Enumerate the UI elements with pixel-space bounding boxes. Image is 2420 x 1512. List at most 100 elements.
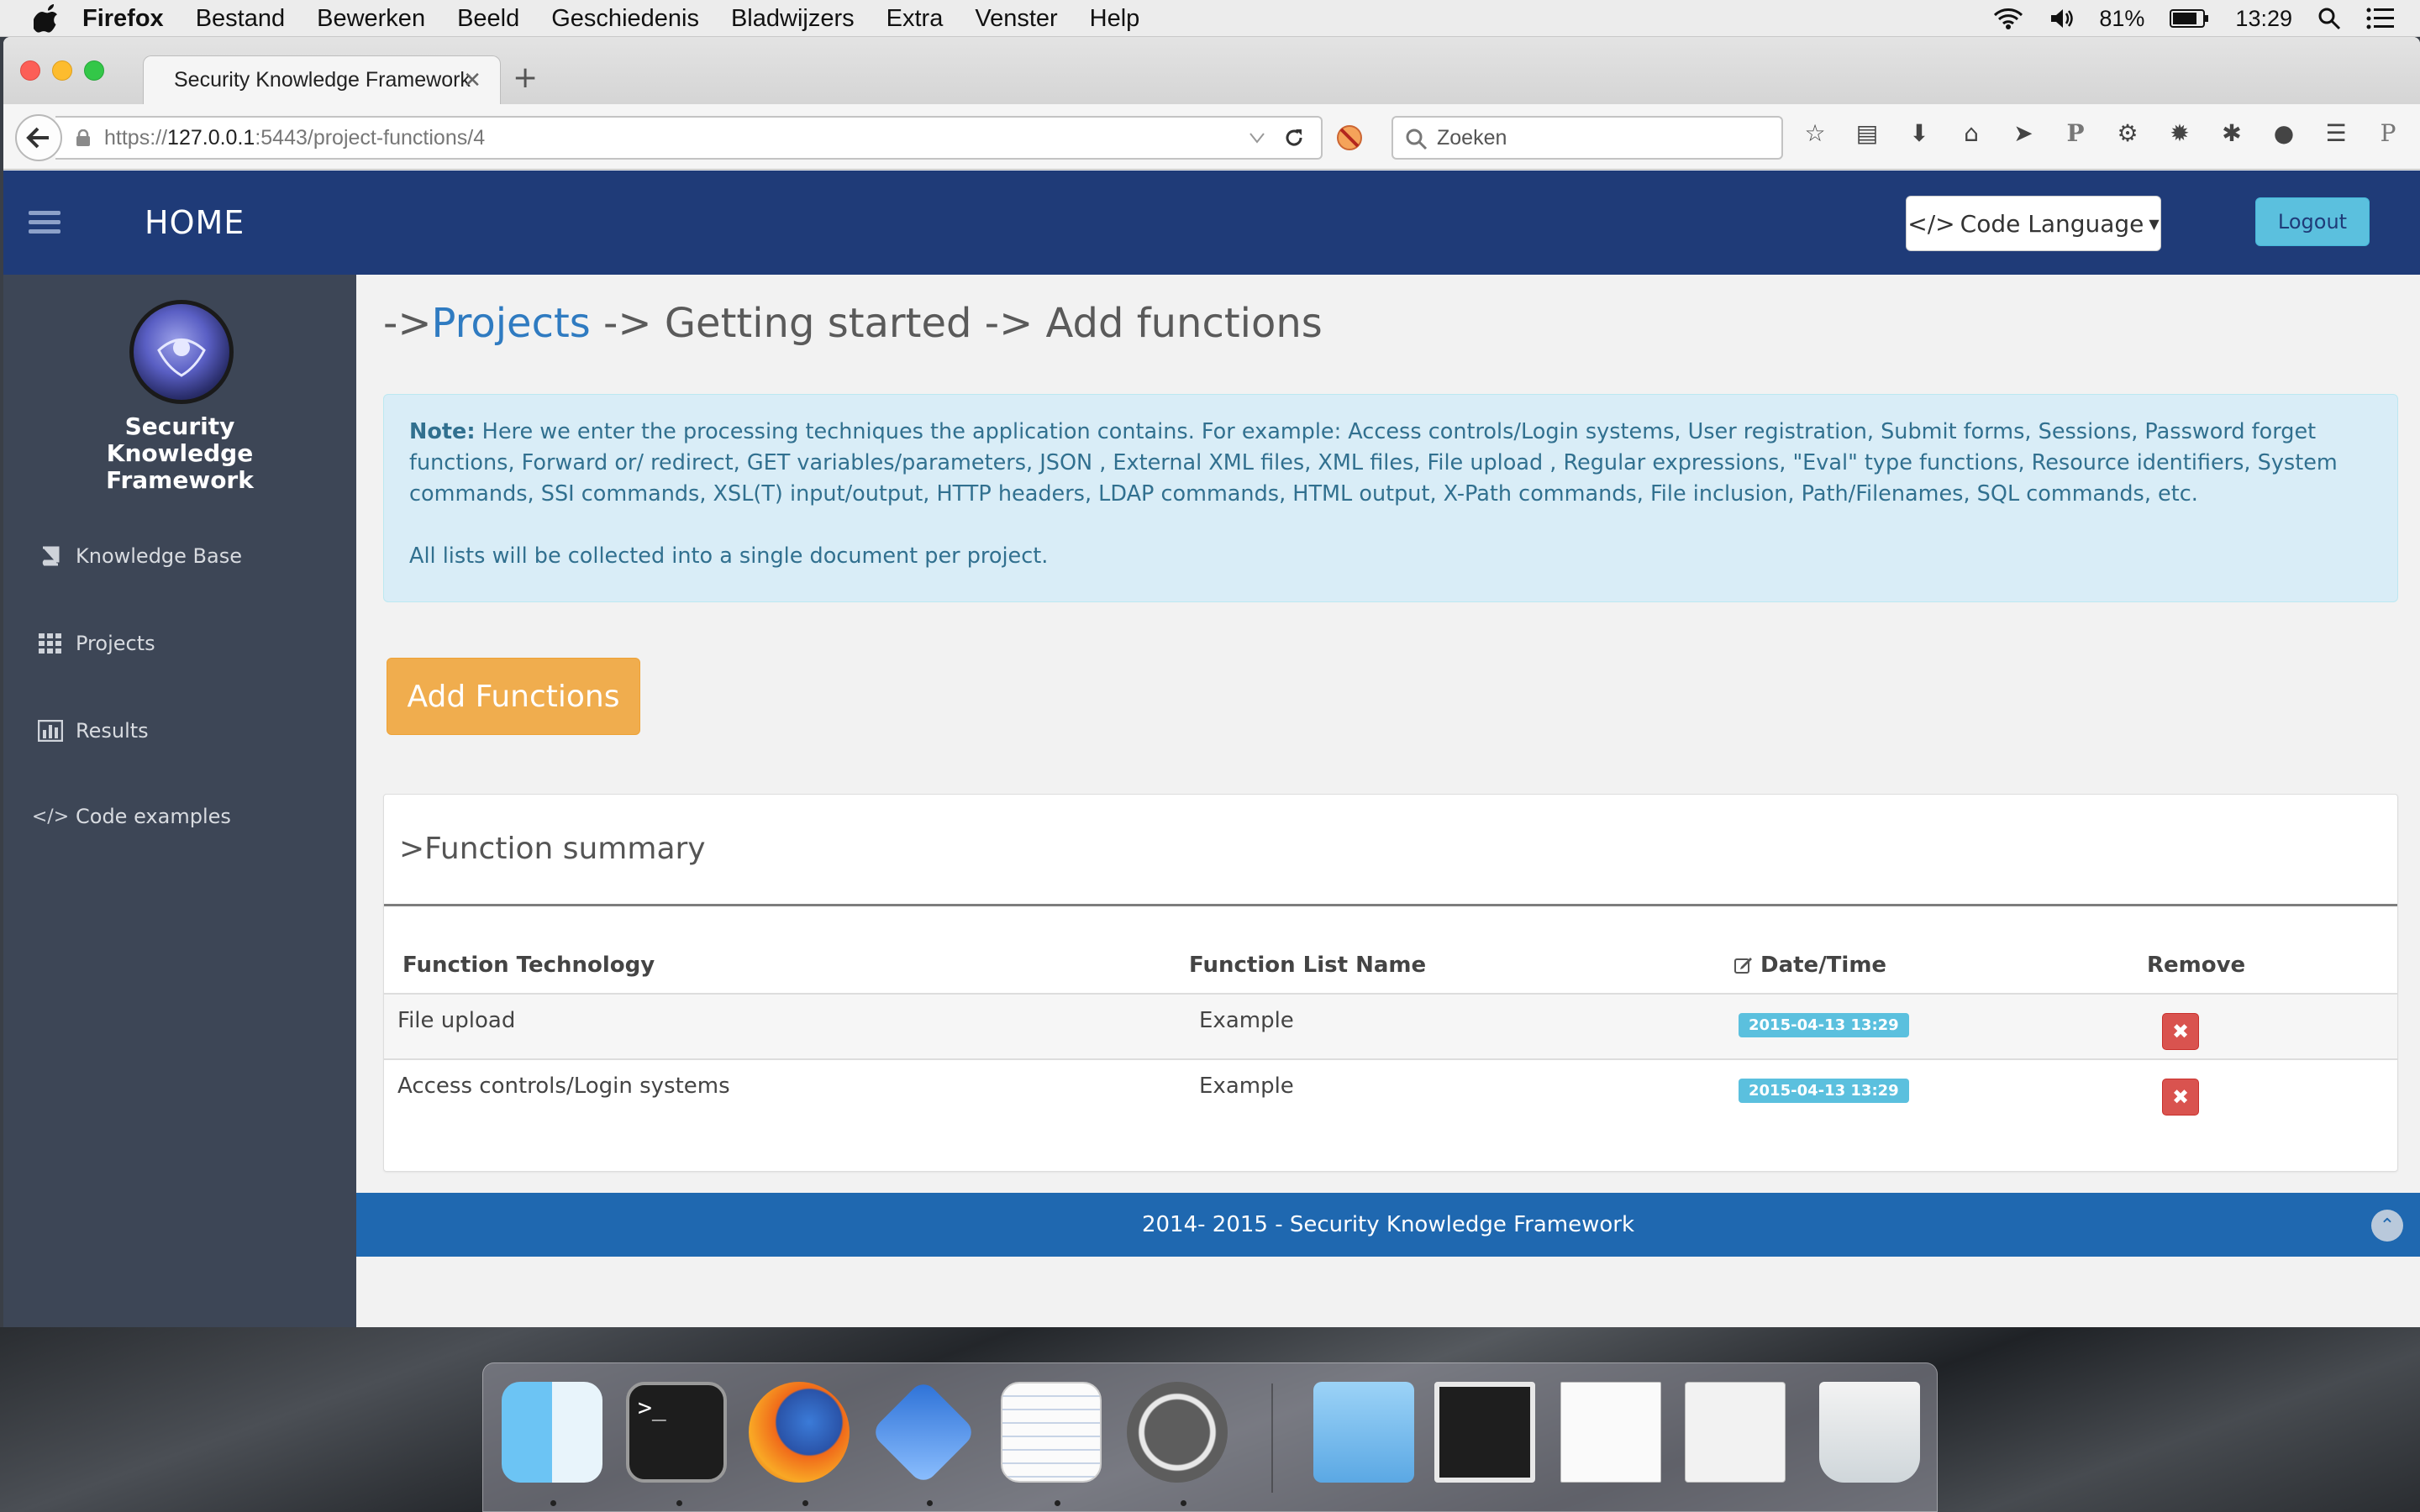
breadcrumb-projects-link[interactable]: Projects	[432, 300, 591, 347]
code-language-dropdown[interactable]: </> Code Language ▼	[1906, 196, 2161, 251]
addon-gear-icon[interactable]: ⚙	[2114, 119, 2141, 147]
sidebar-item-code-examples[interactable]: </> Code examples	[31, 795, 339, 837]
sidebar-item-label: Results	[76, 719, 149, 743]
breadcrumb-prefix: ->	[383, 300, 432, 347]
sidebar-item-knowledge-base[interactable]: Knowledge Base	[37, 535, 339, 577]
menu-help[interactable]: Help	[1090, 0, 1140, 37]
addon-chat-icon[interactable]: ●	[2270, 119, 2297, 147]
remove-button[interactable]: ✖	[2162, 1013, 2199, 1050]
note-footer: All lists will be collected into a singl…	[409, 543, 1049, 569]
document-thumbnail[interactable]	[1560, 1382, 1661, 1483]
mamp-icon[interactable]	[1127, 1382, 1228, 1483]
addon-cog-icon[interactable]: ✹	[2166, 119, 2193, 147]
apple-icon[interactable]	[32, 3, 60, 34]
addon-bug-icon[interactable]: ✱	[2218, 119, 2245, 147]
battery-percentage: 81%	[2099, 5, 2145, 31]
addon-p2-icon[interactable]: P	[2375, 119, 2402, 147]
mamp-window-thumbnail[interactable]	[1685, 1382, 1786, 1483]
tab-bar: Security Knowledge Framework ✕ +	[3, 37, 2420, 104]
trash-icon[interactable]	[1819, 1382, 1920, 1483]
menu-geschiedenis[interactable]: Geschiedenis	[551, 0, 699, 37]
running-indicator	[550, 1500, 556, 1506]
addon-p-icon[interactable]: P	[2062, 119, 2089, 147]
function-summary-panel: >Function summary Function Technology Fu…	[383, 794, 2398, 1172]
textedit-icon[interactable]	[1001, 1382, 1102, 1483]
home-link[interactable]: HOME	[145, 204, 245, 241]
sidebar-toggle-icon[interactable]	[29, 211, 60, 234]
url-host: 127.0.0.1	[167, 125, 255, 150]
running-indicator	[1181, 1500, 1186, 1506]
menu-hamburger-icon[interactable]: ☰	[2323, 119, 2349, 147]
menu-extra[interactable]: Extra	[886, 0, 944, 37]
menu-bar: Firefox Bestand Bewerken Beeld Geschiede…	[0, 0, 2420, 37]
cell-list-name: Example	[1199, 1008, 1294, 1033]
dock-separator	[1271, 1383, 1273, 1493]
menu-bladwijzers[interactable]: Bladwijzers	[731, 0, 855, 37]
panel-title: >Function summary	[399, 832, 706, 866]
url-bar[interactable]: https://127.0.0.1:5443/project-functions…	[55, 116, 1323, 160]
spotlight-icon[interactable]	[2317, 7, 2341, 30]
code-language-label: Code Language	[1960, 209, 2144, 238]
browser-tab[interactable]: Security Knowledge Framework ✕	[143, 55, 501, 104]
logout-button[interactable]: Logout	[2255, 197, 2370, 246]
sidebar-item-label: Projects	[76, 632, 155, 655]
window-thumbnail[interactable]	[1434, 1382, 1535, 1483]
running-indicator	[676, 1500, 682, 1506]
note-label: Note:	[409, 419, 476, 444]
add-functions-button[interactable]: Add Functions	[387, 658, 640, 735]
datetime-badge: 2015-04-13 13:29	[1739, 1079, 1909, 1103]
notification-center-icon[interactable]	[2366, 7, 2395, 30]
bbedit-icon[interactable]	[870, 1378, 977, 1486]
search-bar[interactable]: Zoeken	[1392, 116, 1783, 160]
download-icon[interactable]: ⬇	[1906, 119, 1933, 147]
menu-bestand[interactable]: Bestand	[196, 0, 285, 37]
grid-icon	[37, 632, 64, 655]
dock: >_	[482, 1362, 1938, 1512]
sidebar-item-projects[interactable]: Projects	[37, 622, 339, 664]
menu-beeld[interactable]: Beeld	[457, 0, 519, 37]
running-indicator	[927, 1500, 933, 1506]
note-text: Note: Here we enter the processing techn…	[409, 417, 2372, 510]
lock-icon[interactable]	[76, 129, 91, 146]
back-button[interactable]	[15, 114, 62, 161]
code-icon: </>	[31, 806, 70, 827]
terminal-icon[interactable]: >_	[626, 1382, 727, 1483]
menu-app-name[interactable]: Firefox	[82, 0, 164, 37]
reading-list-icon[interactable]: ▤	[1854, 119, 1881, 147]
info-note: Note: Here we enter the processing techn…	[383, 394, 2398, 602]
running-indicator	[802, 1500, 808, 1506]
menu-bewerken[interactable]: Bewerken	[317, 0, 425, 37]
wifi-icon[interactable]	[1993, 7, 2023, 30]
column-header-datetime-label: Date/Time	[1760, 953, 1887, 978]
firefox-icon[interactable]	[749, 1382, 850, 1483]
sidebar-item-label: Code examples	[76, 805, 231, 828]
bookmark-star-icon[interactable]: ☆	[1802, 119, 1828, 147]
minimize-window-button[interactable]	[52, 60, 72, 81]
remove-button[interactable]: ✖	[2162, 1079, 2199, 1116]
menu-venster[interactable]: Venster	[975, 0, 1057, 37]
folder-icon[interactable]	[1313, 1382, 1414, 1483]
column-header-remove: Remove	[2147, 953, 2246, 978]
dropdown-history-icon[interactable]	[1249, 132, 1265, 144]
zoom-window-button[interactable]	[84, 60, 104, 81]
sidebar-item-results[interactable]: Results	[37, 710, 339, 752]
scroll-to-top-icon[interactable]: ⌃	[2371, 1210, 2403, 1242]
code-icon: </>	[1907, 209, 1955, 238]
close-window-button[interactable]	[20, 60, 40, 81]
clock[interactable]: 13:29	[2235, 6, 2292, 32]
close-tab-icon[interactable]: ✕	[463, 67, 481, 93]
panel-divider	[384, 904, 2397, 906]
battery-icon[interactable]	[2170, 8, 2210, 29]
caret-down-icon: ▼	[2149, 215, 2160, 232]
home-icon[interactable]: ⌂	[1958, 119, 1985, 147]
volume-icon[interactable]	[2049, 7, 2074, 30]
send-icon[interactable]: ➤	[2010, 119, 2037, 147]
reload-icon[interactable]	[1282, 126, 1306, 150]
addon-block-icon[interactable]	[1334, 123, 1365, 153]
table-row: Access controls/Login systems Example 20…	[384, 1058, 2397, 1124]
new-tab-button[interactable]: +	[513, 60, 538, 95]
finder-icon[interactable]	[502, 1382, 602, 1483]
page-footer: 2014- 2015 - Security Knowledge Framewor…	[356, 1193, 2420, 1257]
url-prefix: https://	[104, 125, 168, 150]
cell-technology: File upload	[397, 1008, 516, 1033]
